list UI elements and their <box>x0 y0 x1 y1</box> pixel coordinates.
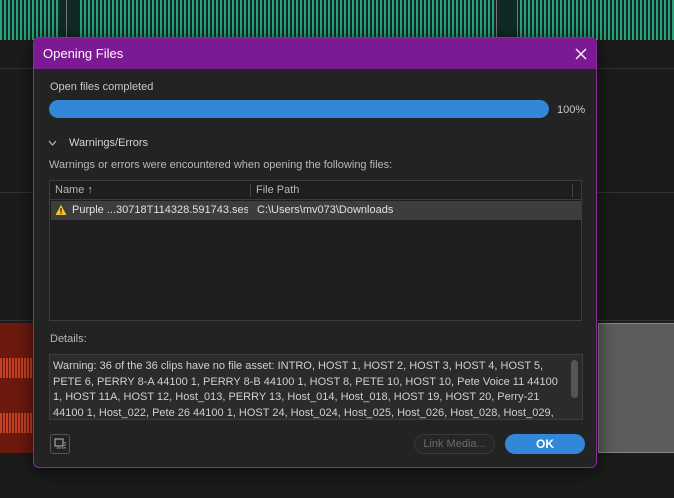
details-text: Warning: 36 of the 36 clips have no file… <box>53 360 558 419</box>
cell-file-name: Purple ...30718T114328.591743.sesx <box>72 204 248 216</box>
status-text: Open files completed <box>50 81 154 93</box>
waveform <box>520 0 674 40</box>
progress-percent: 100% <box>557 104 586 116</box>
waveform <box>80 0 495 40</box>
details-scrollbar[interactable] <box>571 360 578 398</box>
link-media-button[interactable]: Link Media... <box>414 434 495 454</box>
column-separator[interactable] <box>250 184 251 197</box>
table-header: Name ↑ File Path <box>50 181 581 200</box>
details-textarea[interactable]: Warning: 36 of the 36 clips have no file… <box>49 354 583 420</box>
warnings-section-toggle[interactable]: Warnings/Errors <box>48 137 148 149</box>
section-title: Warnings/Errors <box>69 137 149 149</box>
clip-boundary <box>66 0 67 40</box>
copy-icon <box>54 438 66 449</box>
close-button[interactable] <box>566 38 596 69</box>
sort-ascending-icon: ↑ <box>87 184 93 196</box>
dialog-title: Opening Files <box>43 46 124 61</box>
cell-file-path: C:\Users\mv073\Downloads <box>257 204 394 216</box>
column-separator[interactable] <box>572 184 573 197</box>
dialog-titlebar: Opening Files <box>34 38 596 69</box>
column-header-path[interactable]: File Path <box>256 184 299 196</box>
warning-icon <box>55 204 67 215</box>
clip-boundary <box>517 0 518 40</box>
close-icon <box>575 48 587 59</box>
opening-files-dialog: Opening Files Open files completed 100% … <box>33 37 597 468</box>
progress-bar <box>49 100 549 118</box>
ok-button[interactable]: OK <box>505 434 585 454</box>
chevron-down-icon <box>48 140 57 146</box>
audio-clip-gray <box>598 323 674 453</box>
table-row[interactable]: Purple ...30718T114328.591743.sesx C:\Us… <box>51 201 581 220</box>
files-table: Name ↑ File Path Purple ...30718T114328.… <box>49 180 582 321</box>
copy-button[interactable] <box>50 434 70 454</box>
section-description: Warnings or errors were encountered when… <box>49 159 393 171</box>
column-header-name[interactable]: Name ↑ <box>55 184 93 196</box>
progress-fill <box>49 100 549 118</box>
clip-boundary <box>496 0 497 40</box>
waveform <box>0 0 60 40</box>
details-label: Details: <box>50 333 87 345</box>
